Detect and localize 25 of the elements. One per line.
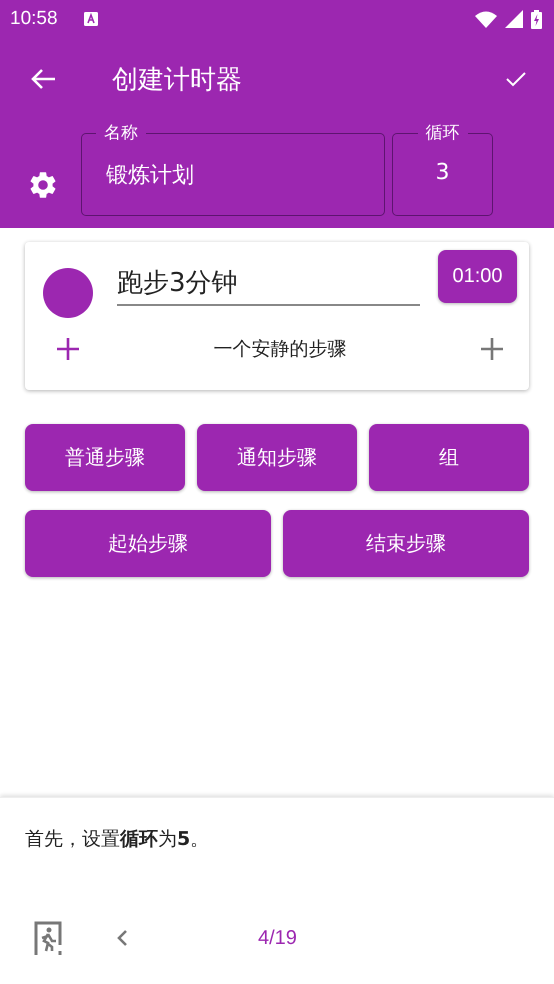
add-icon[interactable] [481,338,503,360]
progress-counter: 4/19 [258,926,297,950]
exit-icon[interactable] [34,921,62,955]
notification-icon [84,12,98,26]
signal-icon [505,10,523,28]
step-type-button[interactable]: 组 [369,424,529,491]
next-step-label: 一个安静的步骤 [214,337,346,362]
battery-icon [531,10,542,28]
step-type-button[interactable]: 结束步骤 [283,510,529,577]
screen-title: 创建计时器 [112,64,243,96]
step-type-button[interactable]: 通知步骤 [197,424,357,491]
back-arrow-icon[interactable] [30,68,56,90]
check-icon[interactable] [506,71,526,87]
step-name-field[interactable]: 跑步3分钟 [117,264,420,306]
duration-button[interactable]: 01:00 [438,250,517,303]
step-type-button[interactable]: 普通步骤 [25,424,185,491]
tutorial-text: 首先，设置循环为5。 [25,827,210,852]
step-color-dot[interactable] [43,268,93,318]
status-time: 10:58 [10,8,58,30]
add-icon[interactable] [57,338,79,360]
wifi-icon [475,10,497,28]
loop-field[interactable]: 循环 3 [392,122,493,216]
previous-icon[interactable] [116,929,128,947]
name-field[interactable]: 名称 锻炼计划 [81,122,385,216]
step-type-button[interactable]: 起始步骤 [25,510,271,577]
